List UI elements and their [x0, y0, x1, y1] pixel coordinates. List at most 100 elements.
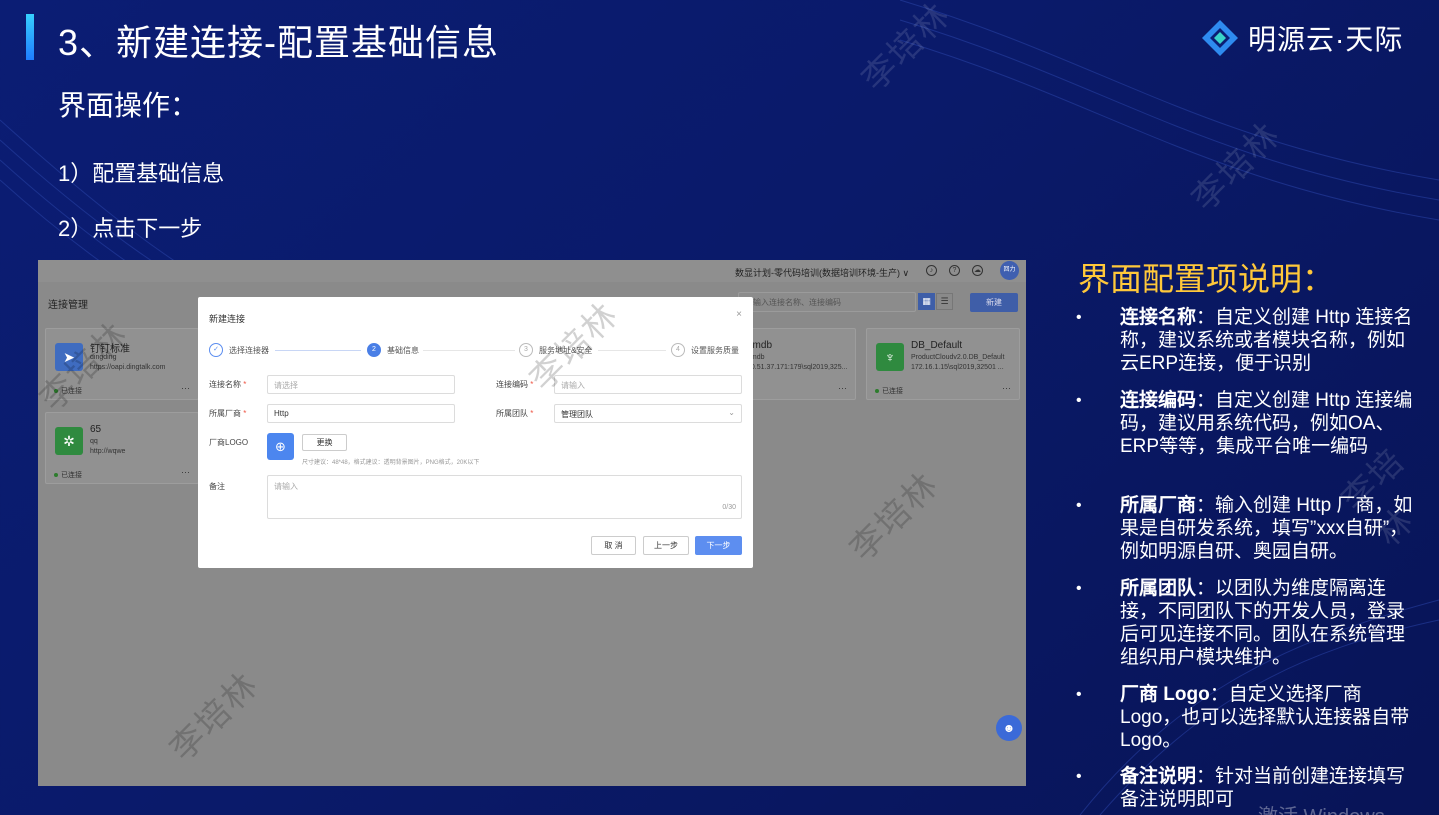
chevron-down-icon: ⌄ [728, 408, 735, 417]
more-icon[interactable]: ··· [838, 383, 847, 393]
bullet-icon: • [1076, 686, 1082, 703]
dingtalk-icon: ➤ [55, 343, 83, 371]
grid-view-icon[interactable]: ▦ [918, 293, 935, 310]
explanation-item: • 所属团队：以团队为维度隔离连接，不同团队下的开发人员，登录后可见连接不同。团… [1076, 577, 1416, 669]
step-select-connector: ✓ 选择连接器 [209, 343, 269, 357]
slide-title: 3、新建连接-配置基础信息 [58, 22, 500, 63]
card-code: qq [90, 438, 98, 445]
name-label-text: 连接名称 [209, 380, 241, 389]
code-label: 连接编码 * [496, 380, 534, 389]
explanation-item: • 所属厂商：输入创建 Http 厂商，如果是自研发系统，填写”xxx自研”，例… [1076, 494, 1416, 563]
step-label: 设置服务质量 [691, 345, 739, 355]
cloud-icon[interactable]: ☁ [972, 265, 983, 276]
step-service-address: 3 服务地址&安全 [519, 343, 592, 357]
prev-step-button[interactable]: 上一步 [643, 536, 689, 555]
connection-card[interactable]: ✲ 65 qq http://wqwe 已连接 ··· [45, 412, 199, 484]
card-name: 65 [90, 424, 102, 435]
step-number: 4 [671, 343, 685, 357]
app-topbar: 数显计划-零代码培训(数据培训环境-生产) ∨ ♪ ? ☁ 回力 [38, 260, 1026, 282]
bell-icon[interactable]: ♪ [926, 265, 937, 276]
step-number: 3 [519, 343, 533, 357]
windows-activation-notice: 激活 Windows [1258, 800, 1385, 815]
team-select[interactable]: 管理团队 ⌄ [554, 404, 742, 423]
connection-card[interactable]: ♆ DB_Default ProductCloudv2.0.DB_Default… [866, 328, 1020, 400]
brand: 明源云·天际 [1200, 18, 1403, 58]
logo-hint: 尺寸建议：48*48，格式建议：透明背景图片，PNG格式，20K以下 [302, 460, 480, 466]
more-icon[interactable]: ··· [1002, 383, 1011, 393]
avatar[interactable]: 回力 [1000, 261, 1019, 280]
card-code: ProductCloudv2.0.DB_Default [911, 354, 1005, 361]
remark-label: 备注 [209, 482, 225, 491]
brand-name: 明源云·天际 [1248, 24, 1404, 55]
cancel-button[interactable]: 取 消 [591, 536, 636, 555]
item-term: 连接编码 [1120, 390, 1197, 411]
subheading: 界面操作： [58, 90, 199, 121]
database-icon: ♆ [876, 343, 904, 371]
name-label: 连接名称 * [209, 380, 247, 389]
watermark: 李培林 [162, 665, 267, 769]
team-label: 所属团队 * [496, 409, 534, 418]
list-view-icon[interactable]: ☰ [936, 293, 953, 310]
bullet-icon: • [1076, 580, 1082, 597]
card-address: http://wqwe [90, 448, 126, 455]
connection-code-field[interactable]: 请输入 [554, 375, 742, 394]
instruction-step-1: 1）配置基础信息 [58, 161, 225, 186]
item-term: 备注说明 [1120, 766, 1197, 787]
new-button[interactable]: 新建 [970, 293, 1018, 312]
search-input[interactable]: 输入连接名称、连接编码 [738, 292, 916, 312]
item-term: 厂商 Logo [1120, 684, 1210, 705]
help-icon[interactable]: ? [949, 265, 960, 276]
watermark: 李培林 [1184, 115, 1289, 219]
card-code: dingding [90, 354, 117, 361]
watermark: 李培林 [842, 465, 947, 569]
explanation-heading: 界面配置项说明： [1078, 261, 1335, 297]
project-selector[interactable]: 数显计划-零代码培训(数据培训环境-生产) ∨ [735, 266, 909, 279]
connector-icon: ✲ [55, 427, 83, 455]
bullet-icon: • [1076, 497, 1082, 514]
explanation-item: • 连接名称：自定义创建 Http 连接名称，建议系统或者模块名称，例如云ERP… [1076, 306, 1416, 375]
remark-textarea[interactable]: 请输入 0/30 [267, 475, 742, 519]
card-address: 172.16.1.15\sql2019,32501 ... [911, 364, 1004, 371]
assistant-icon[interactable]: ☻ [996, 715, 1022, 741]
connection-card[interactable]: ➤ 钉钉标准 dingding https://oapi.dingtalk.co… [45, 328, 199, 400]
check-icon: ✓ [209, 343, 223, 357]
step-service-quality: 4 设置服务质量 [671, 343, 739, 357]
globe-icon: ⊕ [267, 433, 294, 460]
card-name: DB_Default [911, 340, 963, 351]
step-basic-info: 2 基础信息 [367, 343, 419, 357]
step-number: 2 [367, 343, 381, 357]
vendor-field[interactable]: Http [267, 404, 455, 423]
card-address: https://oapi.dingtalk.com [90, 364, 166, 371]
step-connector-line [275, 350, 361, 351]
char-counter: 0/30 [722, 504, 736, 511]
vendor-label-text: 所属厂商 [209, 409, 241, 418]
step-label: 基础信息 [387, 345, 419, 355]
step-connector-line [598, 350, 666, 351]
card-status: 已连接 [54, 470, 82, 480]
card-name: 钉钉标准 [90, 344, 130, 355]
next-step-button[interactable]: 下一步 [695, 536, 742, 555]
step-label: 服务地址&安全 [539, 345, 593, 355]
code-label-text: 连接编码 [496, 380, 528, 389]
new-connection-dialog: 新建连接 × ✓ 选择连接器 2 基础信息 3 服务地址&安全 4 设置服务质量… [198, 297, 753, 568]
explanation-item: • 厂商 Logo：自定义选择厂商Logo，也可以选择默认连接器自带 Logo。 [1076, 683, 1416, 752]
close-icon[interactable]: × [736, 309, 742, 320]
connection-name-field[interactable]: 请选择 [267, 375, 455, 394]
watermark: 李培林 [854, 0, 959, 99]
team-value: 管理团队 [561, 410, 593, 419]
title-accent-bar [26, 14, 34, 60]
swap-logo-button[interactable]: 更换 [302, 434, 347, 451]
card-address: 10.51.37.171:179\sql2019,325... [747, 364, 848, 371]
team-label-text: 所属团队 [496, 409, 528, 418]
more-icon[interactable]: ··· [181, 383, 190, 393]
bullet-icon: • [1076, 768, 1082, 785]
bullet-icon: • [1076, 392, 1082, 409]
step-connector-line [423, 350, 515, 351]
more-icon[interactable]: ··· [181, 467, 190, 477]
app-screenshot: 数显计划-零代码培训(数据培训环境-生产) ∨ ♪ ? ☁ 回力 连接管理 输入… [38, 260, 1026, 786]
card-status: 已连接 [875, 386, 903, 396]
item-term: 连接名称 [1120, 307, 1197, 328]
item-term: 所属厂商 [1120, 495, 1197, 516]
brand-logo-icon [1202, 20, 1238, 56]
page-title: 连接管理 [48, 300, 88, 311]
